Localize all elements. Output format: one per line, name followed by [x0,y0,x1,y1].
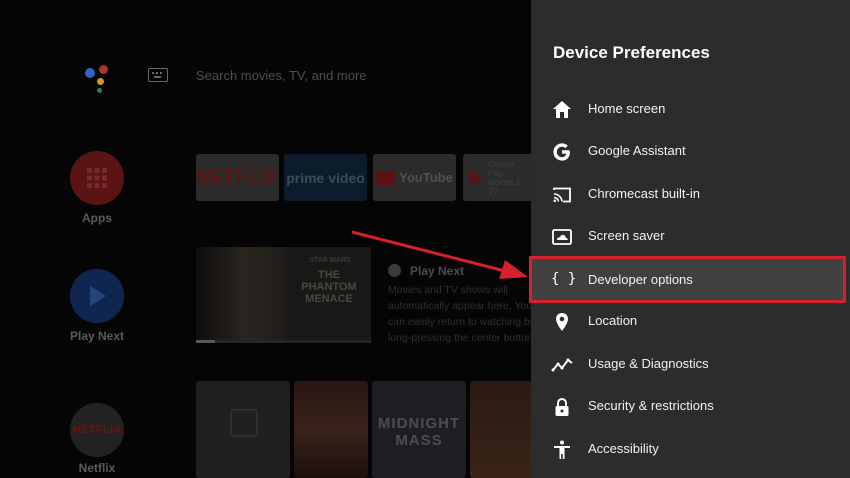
search-placeholder[interactable]: Search movies, TV, and more [196,68,367,83]
play-next-title: Play Next [410,264,465,278]
menu-item-label: Google Assistant [588,143,686,158]
menu-item-label: Home screen [588,101,666,116]
rail-apps[interactable]: Apps [70,151,124,225]
menu-item-label: Developer options [588,272,693,287]
menu-item-label: Usage & Diagnostics [588,356,709,371]
braces-icon: { } [551,271,577,287]
play-next-progress-fill [196,340,216,343]
home-screen-background: Search movies, TV, and more Apps Play Ne… [0,0,531,478]
keyboard-icon[interactable] [148,68,168,82]
screen-saver-icon [552,229,572,245]
menu-item-label: Security & restrictions [588,398,714,413]
google-play-movies-app-tile[interactable]: Google Play Movies & TV [463,154,531,201]
youtube-play-icon [376,170,397,185]
menu-item-label: Location [588,313,638,328]
youtube-app-tile[interactable]: YouTube [373,154,456,201]
play-movies-icon [469,168,483,187]
menu-item-accessibility[interactable]: Accessibility [531,429,850,469]
apps-grid-icon [70,151,124,205]
menu-item-screen-saver[interactable]: Screen saver [531,216,850,256]
prime-video-app-tile[interactable]: prime video [284,154,367,201]
home-icon [553,101,571,118]
rail-netflix[interactable]: NETFLIX Netflix [70,403,124,475]
device-preferences-panel: Device Preferences Home screen Google As… [529,0,850,478]
play-icon [70,269,124,323]
menu-item-chromecast[interactable]: Chromecast built-in [531,174,850,214]
location-pin-icon [556,313,568,331]
netflix-app-tile[interactable]: NETFLIX [196,154,279,201]
rail-netflix-label: Netflix [78,461,116,475]
midnight-mass-tile[interactable]: MIDNIGHT MASS [372,381,466,478]
menu-item-label: Accessibility [588,441,659,456]
accessibility-icon [554,440,570,459]
rail-play-next-label: Play Next [69,329,125,343]
play-next-progress-bar [196,340,371,343]
netflix-logo: NETFLIX [70,403,124,457]
usage-trend-icon [551,358,573,372]
play-next-thumbnail[interactable]: STAR WARS THE PHANTOM MENACE [196,247,371,343]
panel-title: Device Preferences [553,43,710,62]
google-assistant-icon[interactable] [82,62,112,93]
menu-item-location[interactable]: Location [531,301,850,341]
menu-item-security[interactable]: Security & restrictions [531,386,850,426]
cast-icon [553,187,571,203]
content-tile-2[interactable] [294,381,368,478]
menu-item-home-screen[interactable]: Home screen [531,89,850,129]
menu-item-label: Screen saver [588,228,665,243]
menu-item-google-assistant[interactable]: Google Assistant [531,131,850,171]
content-tile-1[interactable] [196,381,290,478]
menu-item-usage-diagnostics[interactable]: Usage & Diagnostics [531,344,850,384]
menu-item-developer-options[interactable]: { } Developer options [529,256,846,303]
google-icon [553,143,570,161]
menu-item-label: Chromecast built-in [588,186,700,201]
lock-icon [555,398,569,416]
rail-play-next[interactable]: Play Next [70,269,124,343]
rail-apps-label: Apps [82,211,112,225]
play-next-close-icon[interactable] [388,264,401,277]
play-next-description: Movies and TV shows will automatically a… [388,284,531,344]
content-tile-4[interactable] [470,381,531,478]
